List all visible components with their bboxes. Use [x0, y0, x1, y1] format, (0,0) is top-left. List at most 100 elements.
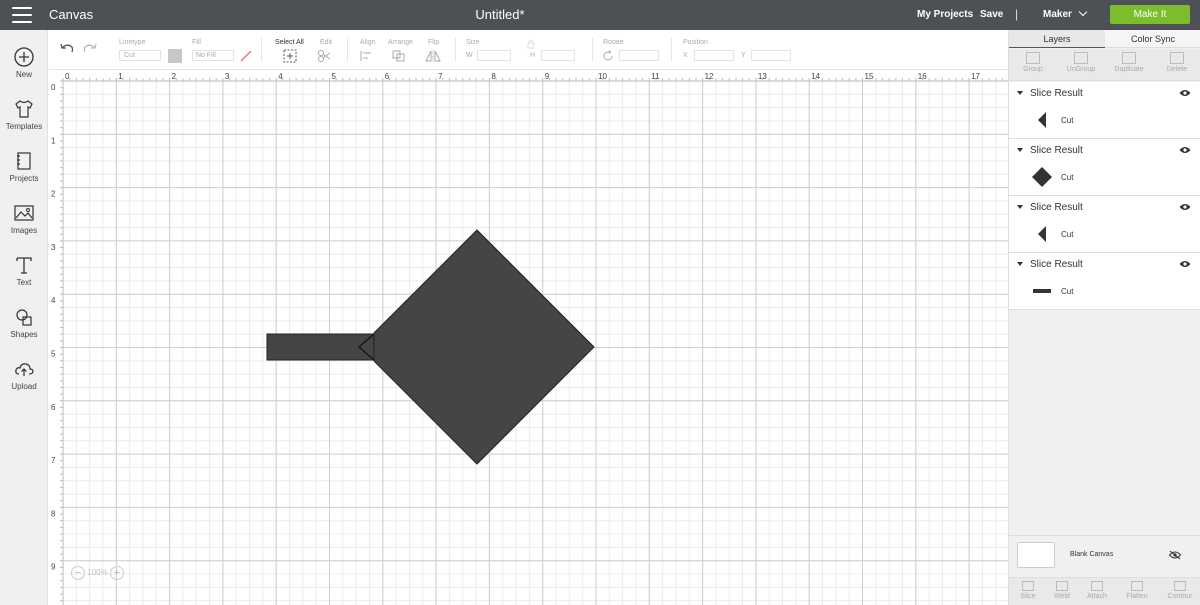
- height-input[interactable]: [541, 50, 575, 61]
- layer-title: Slice Result: [1030, 145, 1083, 156]
- weld-button[interactable]: Weld: [1043, 581, 1081, 600]
- trash-icon: [1170, 52, 1184, 64]
- blank-canvas-row[interactable]: Blank Canvas: [1009, 535, 1200, 577]
- edit-toolbar: Linetype Cut Fill No Fill Select All Edi…: [49, 30, 1008, 70]
- tab-color-sync[interactable]: Color Sync: [1105, 30, 1200, 48]
- arrange-icon[interactable]: [392, 50, 410, 62]
- duplicate-icon: [1122, 52, 1136, 64]
- tab-layers[interactable]: Layers: [1009, 30, 1105, 48]
- redo-icon[interactable]: [82, 42, 98, 56]
- toolbar-divider: [671, 38, 672, 62]
- layer-group[interactable]: Slice Result Cut: [1009, 253, 1200, 310]
- caret-down-icon[interactable]: [1017, 205, 1023, 209]
- layer-group[interactable]: Slice Result Cut: [1009, 82, 1200, 139]
- machine-select[interactable]: Maker: [1043, 7, 1088, 20]
- sidebar-item-text[interactable]: Text: [0, 254, 48, 287]
- slice-icon: [1022, 581, 1034, 591]
- attach-button[interactable]: Attach: [1078, 581, 1116, 600]
- sidebar-item-images[interactable]: Images: [0, 202, 48, 235]
- document-title: Untitled*: [475, 7, 525, 22]
- left-sidebar: New Templates Projects Images Text Shape…: [0, 30, 48, 605]
- sidebar-item-shapes[interactable]: Shapes: [0, 306, 48, 339]
- lock-icon[interactable]: [526, 39, 536, 49]
- layer-title: Slice Result: [1030, 259, 1083, 270]
- sidebar-item-label: Templates: [5, 122, 43, 131]
- canvas-shapes: [266, 229, 595, 465]
- zoom-control: − 100% +: [71, 566, 124, 580]
- sidebar-item-projects[interactable]: Projects: [0, 150, 48, 183]
- save-button[interactable]: Save: [980, 9, 1003, 20]
- rotate-input[interactable]: [619, 50, 659, 61]
- no-fill-icon[interactable]: [239, 49, 253, 63]
- rotate-icon: [603, 50, 613, 61]
- layer-group[interactable]: Slice Result Cut: [1009, 196, 1200, 253]
- zoom-out-button[interactable]: −: [71, 566, 85, 580]
- diamond-shape[interactable]: [373, 229, 595, 465]
- chevron-down-icon: [1078, 7, 1088, 17]
- zoom-in-button[interactable]: +: [109, 566, 124, 580]
- width-input[interactable]: [477, 50, 511, 61]
- toolbar-divider: [455, 38, 456, 62]
- flatten-label: Flatten: [1126, 593, 1148, 600]
- layer-actions: Group UnGroup Duplicate Delete: [1009, 49, 1200, 81]
- tshirt-icon: [13, 98, 35, 120]
- make-it-button[interactable]: Make It: [1110, 5, 1190, 24]
- notebook-icon: [13, 150, 35, 172]
- image-icon: [13, 202, 35, 224]
- contour-button[interactable]: Contour: [1161, 581, 1199, 600]
- eye-icon[interactable]: [1179, 203, 1191, 211]
- eye-hidden-icon[interactable]: [1169, 550, 1181, 560]
- position-label: Position: [683, 39, 708, 46]
- align-icon[interactable]: [359, 50, 377, 62]
- size-label: Size: [466, 39, 480, 46]
- ungroup-button[interactable]: UnGroup: [1057, 52, 1105, 73]
- plus-circle-icon: [13, 46, 35, 68]
- layer-title: Slice Result: [1030, 202, 1083, 213]
- duplicate-button[interactable]: Duplicate: [1105, 52, 1153, 73]
- ungroup-icon: [1074, 52, 1088, 64]
- delete-button[interactable]: Delete: [1153, 52, 1200, 73]
- linetype-color-swatch[interactable]: [168, 49, 182, 63]
- height-label: H: [530, 52, 536, 59]
- slice-button[interactable]: Slice: [1009, 581, 1047, 600]
- bottom-actions: Slice Weld Attach Flatten Contour: [1009, 577, 1200, 605]
- eye-icon[interactable]: [1179, 89, 1191, 97]
- my-projects-link[interactable]: My Projects: [917, 9, 973, 20]
- eye-icon[interactable]: [1179, 260, 1191, 268]
- y-input[interactable]: [751, 50, 791, 61]
- sidebar-item-upload[interactable]: Upload: [0, 358, 48, 391]
- layer-linetype: Cut: [1061, 116, 1074, 125]
- sidebar-item-new[interactable]: New: [0, 46, 48, 79]
- scissors-icon[interactable]: [317, 49, 335, 63]
- layer-linetype: Cut: [1061, 230, 1074, 239]
- sidebar-item-label: Projects: [9, 174, 39, 183]
- layer-linetype: Cut: [1061, 287, 1074, 296]
- group-icon: [1026, 52, 1040, 64]
- sidebar-item-templates[interactable]: Templates: [0, 98, 48, 131]
- sidebar-item-label: Text: [16, 278, 32, 287]
- layer-group[interactable]: Slice Result Cut: [1009, 139, 1200, 196]
- layer-thumbnail: [1038, 226, 1046, 242]
- select-all-label: Select All: [275, 39, 304, 46]
- shapes-icon: [13, 306, 35, 328]
- flip-icon[interactable]: [424, 50, 442, 62]
- caret-down-icon[interactable]: [1017, 91, 1023, 95]
- flatten-button[interactable]: Flatten: [1118, 581, 1156, 600]
- eye-icon[interactable]: [1179, 146, 1191, 154]
- select-all-icon[interactable]: [283, 49, 297, 63]
- ungroup-label: UnGroup: [1066, 66, 1096, 73]
- arrange-label: Arrange: [388, 39, 413, 46]
- group-button[interactable]: Group: [1009, 52, 1057, 73]
- x-input[interactable]: [694, 50, 734, 61]
- caret-down-icon[interactable]: [1017, 262, 1023, 266]
- blank-canvas-swatch[interactable]: [1017, 542, 1055, 568]
- contour-label: Contour: [1167, 593, 1193, 600]
- paperclip-icon: [1091, 581, 1103, 591]
- undo-icon[interactable]: [59, 42, 75, 56]
- caret-down-icon[interactable]: [1017, 148, 1023, 152]
- design-canvas[interactable]: 0 1 2 3 4 5 6 7 8 9 10 11 12 13 14 15 16 17 0 1 2 3 4 5 6 7 8 9 − 1…: [49, 71, 1008, 605]
- fill-value: No Fill: [196, 52, 216, 59]
- layer-linetype: Cut: [1061, 173, 1074, 182]
- bar-shape[interactable]: [266, 333, 375, 361]
- cloud-upload-icon: [13, 358, 35, 380]
